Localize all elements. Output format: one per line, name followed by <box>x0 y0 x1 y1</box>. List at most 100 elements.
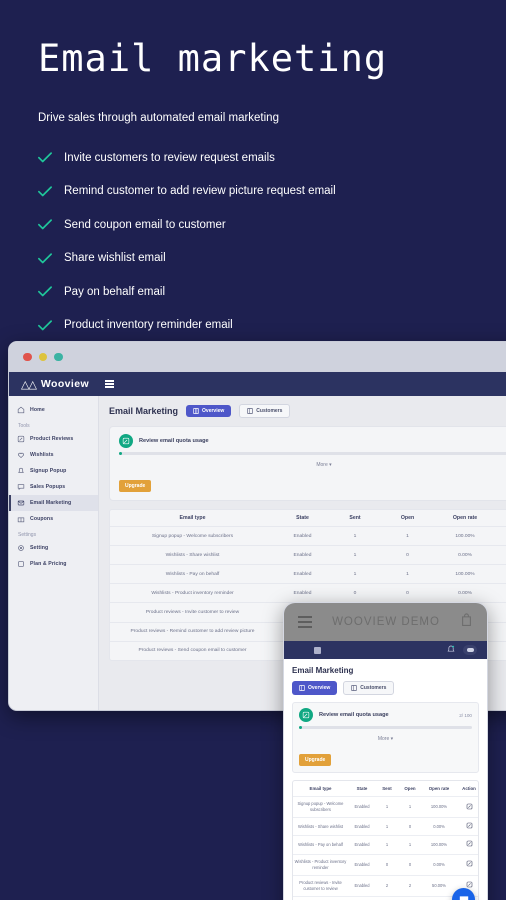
edit-icon <box>466 841 472 847</box>
row-edit-button[interactable] <box>456 856 482 873</box>
hamburger-icon[interactable] <box>298 616 312 628</box>
quota-progress-bar <box>119 452 506 455</box>
row-edit-button[interactable] <box>495 642 506 660</box>
table-row[interactable]: Signup popup - Welcome subscribers Enable… <box>293 797 478 819</box>
grid-icon[interactable] <box>314 646 321 654</box>
cell-rate: 0.00% <box>433 861 445 867</box>
edit-square-icon <box>299 708 313 722</box>
list-item: Pay on behalf email <box>38 278 506 305</box>
table-row[interactable]: Wishlists - Pay on behalf Enabled 1 1 100.00… <box>110 565 506 585</box>
cell-type: Wishlists - Pay on behalf <box>165 571 220 577</box>
row-edit-button[interactable] <box>456 818 482 835</box>
cell-rate: 0.00% <box>458 552 472 558</box>
sidebar-item-email-marketing[interactable]: Email Marketing <box>9 495 98 511</box>
edit-square-icon <box>119 434 133 448</box>
upgrade-button[interactable]: Upgrade <box>119 480 152 492</box>
store-name-label: WOOVIEW DEMO <box>332 616 440 628</box>
table-row[interactable]: Wishlists - Product inventory reminder En… <box>293 855 478 876</box>
list-item: Remind customer to add review picture re… <box>38 178 506 205</box>
chevron-down-icon: ▾ <box>390 736 394 742</box>
mobile-quota-header: Review email quota usage 2/ 100 <box>299 708 472 722</box>
cell-rate: 100.00% <box>455 571 475 577</box>
sidebar-item-label: Email Marketing <box>30 500 72 506</box>
tab-customers[interactable]: Customers <box>239 404 291 418</box>
shopping-bag-icon[interactable] <box>460 612 473 632</box>
minimize-window-button[interactable] <box>38 352 47 362</box>
row-edit-button[interactable] <box>495 584 506 602</box>
mobile-tab-overview[interactable]: Overview <box>292 681 338 695</box>
cell-rate: 100.00% <box>430 841 448 847</box>
column-header: Email type <box>309 786 332 791</box>
mobile-quota-progress-bar <box>299 726 472 729</box>
more-toggle[interactable]: More ▾ <box>119 462 506 468</box>
tag-icon <box>18 561 24 567</box>
cell-type: Product reviews - Invite customer to rev… <box>145 609 240 615</box>
sidebar-item-wishlists[interactable]: Wishlists <box>9 447 98 463</box>
row-edit-button[interactable] <box>456 799 482 816</box>
list-menu-icon[interactable] <box>105 380 115 388</box>
sidebar-item-home[interactable]: Home <box>9 402 98 418</box>
home-icon <box>17 406 25 414</box>
sidebar-item-label: Signup Popup <box>30 468 67 474</box>
column-header: Email type <box>179 515 206 521</box>
sidebar-item-plan-pricing[interactable]: Plan & Pricing <box>9 556 98 572</box>
quota-card: Review email quota usage 2/ 100 More ▾ U… <box>109 426 506 501</box>
sidebar-group-settings: Settings <box>18 532 37 538</box>
table-row[interactable]: Product reviews - Invite customer to rev… <box>293 876 478 898</box>
mobile-more-toggle[interactable]: More ▾ <box>299 736 472 742</box>
sidebar-item-label: Coupons <box>30 516 54 522</box>
cell-open: 2 <box>408 882 412 888</box>
column-header: Open rate <box>452 515 478 521</box>
tab-customers-label: Customers <box>256 408 283 414</box>
table-row[interactable]: Wishlists - Share wishlist Enabled 1 0 0.00% <box>110 546 506 566</box>
sidebar-item-product-reviews[interactable]: Product Reviews <box>9 431 98 447</box>
heart-icon <box>18 452 24 459</box>
sidebar-item-setting[interactable]: Setting <box>9 540 98 556</box>
mobile-tab-customers[interactable]: Customers <box>343 681 395 695</box>
cell-state: Enabled <box>293 590 312 596</box>
feature-label: Remind customer to add review picture re… <box>64 185 336 198</box>
bell-icon <box>18 467 24 473</box>
column-header: Open rate <box>428 786 450 791</box>
maximize-window-button[interactable] <box>54 352 63 362</box>
sidebar-item-coupons[interactable]: Coupons <box>9 511 98 527</box>
list-item: Share wishlist email <box>38 245 506 272</box>
row-edit-button[interactable] <box>495 527 506 545</box>
mobile-quota-card: Review email quota usage 2/ 100 More ▾ U… <box>292 702 479 773</box>
sidebar-group-tools: Tools <box>18 423 30 429</box>
row-edit-button[interactable] <box>495 603 506 621</box>
tab-overview[interactable]: Overview <box>186 405 232 417</box>
mobile-upgrade-button[interactable]: Upgrade <box>299 754 332 766</box>
bell-icon[interactable] <box>447 641 455 659</box>
row-edit-button[interactable] <box>456 836 482 853</box>
column-header: Action <box>462 786 476 791</box>
row-edit-button[interactable] <box>495 546 506 564</box>
tab-overview-label: Overview <box>202 408 225 414</box>
mobile-quota-count: 2/ 100 <box>459 712 472 718</box>
sidebar-item-label: Sales Popups <box>30 484 66 490</box>
feature-label: Share wishlist email <box>64 252 166 265</box>
avatar[interactable] <box>463 645 477 655</box>
row-edit-button[interactable] <box>495 623 506 641</box>
check-icon <box>38 219 64 230</box>
feature-label: Product inventory reminder email <box>64 319 233 332</box>
table-row[interactable]: Wishlists - Share wishlist Enabled 1 0 0.00% <box>293 818 478 837</box>
cell-sent: 1 <box>385 841 389 847</box>
close-window-button[interactable] <box>23 352 32 362</box>
app-brand[interactable]: △△ Wooview <box>21 378 89 391</box>
cell-rate: 100.00% <box>455 533 475 539</box>
app-top-nav: △△ Wooview <box>9 372 506 396</box>
cell-type: Wishlists - Share wishlist <box>165 552 220 558</box>
row-edit-button[interactable] <box>495 565 506 583</box>
table-row[interactable]: Wishlists - Product inventory reminder En… <box>110 584 506 604</box>
review-edit-icon <box>17 435 25 443</box>
table-row[interactable]: Signup popup - Welcome subscribers Enable… <box>110 527 506 547</box>
cell-sent: 1 <box>353 552 357 558</box>
sidebar-item-sales-popups[interactable]: Sales Popups <box>9 479 98 495</box>
feature-list: Invite customers to review request email… <box>38 144 506 372</box>
cell-rate: 0.00% <box>433 823 445 829</box>
sidebar-item-signup-popup[interactable]: Signup Popup <box>9 463 98 479</box>
table-row[interactable]: Wishlists - Pay on behalf Enabled 1 1 100.00… <box>293 836 478 855</box>
cell-sent: 2 <box>385 882 389 888</box>
column-header: Sent <box>349 515 361 521</box>
